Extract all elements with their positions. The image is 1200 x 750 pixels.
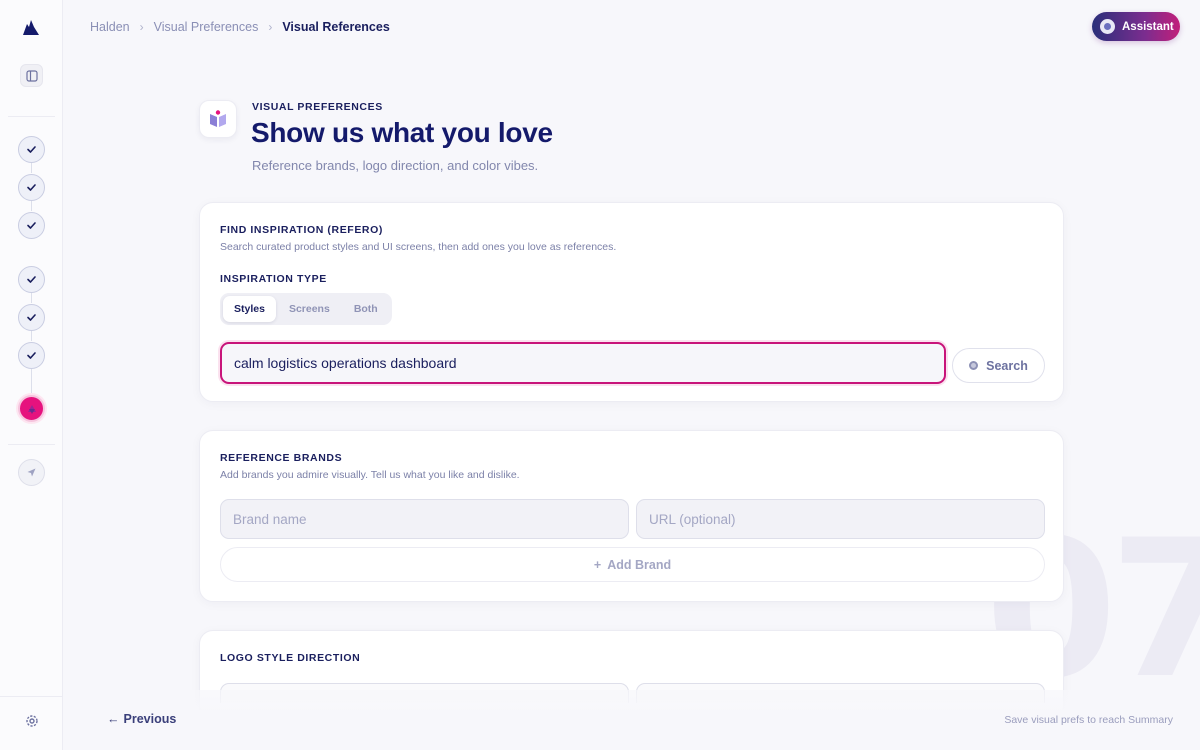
step-5-check-icon[interactable]: [18, 304, 45, 331]
reference-brands-title: REFERENCE BRANDS: [220, 452, 343, 464]
add-brand-label: Add Brand: [607, 557, 672, 572]
book-icon: [199, 100, 237, 138]
reference-brands-card: REFERENCE BRANDS Add brands you admire v…: [199, 430, 1064, 602]
type-option-screens[interactable]: Screens: [278, 296, 341, 322]
assistant-button[interactable]: Assistant: [1092, 12, 1180, 41]
page-subtitle: Reference brands, logo direction, and co…: [252, 158, 539, 173]
step-4-check-icon[interactable]: [18, 266, 45, 293]
search-button[interactable]: Search: [952, 348, 1045, 383]
sidebar: [0, 0, 63, 750]
assistant-label: Assistant: [1122, 20, 1174, 33]
page-eyebrow: VISUAL PREFERENCES: [252, 101, 383, 113]
gear-icon[interactable]: [23, 712, 41, 730]
step-connector: [31, 201, 32, 211]
sidebar-divider: [0, 696, 63, 697]
inspiration-title: FIND INSPIRATION (REFERO): [220, 224, 383, 236]
step-1-check-icon[interactable]: [18, 136, 45, 163]
breadcrumb: Halden › Visual Preferences › Visual Ref…: [90, 19, 390, 35]
inspiration-description: Search curated product styles and UI scr…: [220, 241, 617, 253]
step-2-check-icon[interactable]: [18, 174, 45, 201]
sidebar-divider: [8, 116, 55, 117]
breadcrumb-item-current: Visual References: [282, 20, 390, 34]
step-connector: [31, 293, 32, 303]
inspiration-type-label: INSPIRATION TYPE: [220, 273, 327, 285]
previous-label: Previous: [123, 712, 177, 726]
inspiration-card: FIND INSPIRATION (REFERO) Search curated…: [199, 202, 1064, 402]
brand-logo-icon[interactable]: [21, 18, 41, 38]
type-option-both[interactable]: Both: [343, 296, 389, 322]
sidebar-divider: [8, 444, 55, 445]
step-7-palette-icon[interactable]: [18, 395, 45, 422]
inspiration-type-segmented-control: Styles Screens Both: [220, 293, 392, 325]
step-3-check-icon[interactable]: [18, 212, 45, 239]
step-connector: [31, 369, 32, 395]
step-connector: [31, 163, 32, 173]
search-button-label: Search: [986, 358, 1028, 373]
chevron-right-icon: ›: [139, 20, 144, 34]
footer-bar: ← Previous Save visual prefs to reach Su…: [63, 690, 1200, 750]
add-brand-button[interactable]: + Add Brand: [220, 547, 1045, 582]
breadcrumb-item-halden[interactable]: Halden: [90, 20, 130, 34]
plus-icon: +: [593, 557, 602, 572]
footer-hint: Save visual prefs to reach Summary: [1004, 714, 1173, 726]
chevron-right-icon: ›: [268, 20, 273, 34]
page-title: Show us what you love: [251, 117, 553, 148]
type-option-styles[interactable]: Styles: [223, 296, 276, 322]
assistant-icon: [1100, 19, 1115, 34]
step-6-check-icon[interactable]: [18, 342, 45, 369]
step-connector: [31, 331, 32, 341]
inspiration-search-input[interactable]: [220, 342, 946, 384]
logo-direction-title: LOGO STYLE DIRECTION: [220, 652, 361, 664]
breadcrumb-item-visual-preferences[interactable]: Visual Preferences: [154, 20, 259, 34]
step-8-send-icon[interactable]: [18, 459, 45, 486]
panel-toggle-icon[interactable]: [20, 64, 43, 87]
arrow-left-icon: ←: [107, 712, 120, 726]
previous-button[interactable]: ← Previous: [107, 712, 176, 726]
brand-name-input[interactable]: [220, 499, 629, 539]
brand-url-input[interactable]: [636, 499, 1045, 539]
search-icon: [969, 361, 979, 370]
reference-brands-description: Add brands you admire visually. Tell us …: [220, 469, 520, 481]
